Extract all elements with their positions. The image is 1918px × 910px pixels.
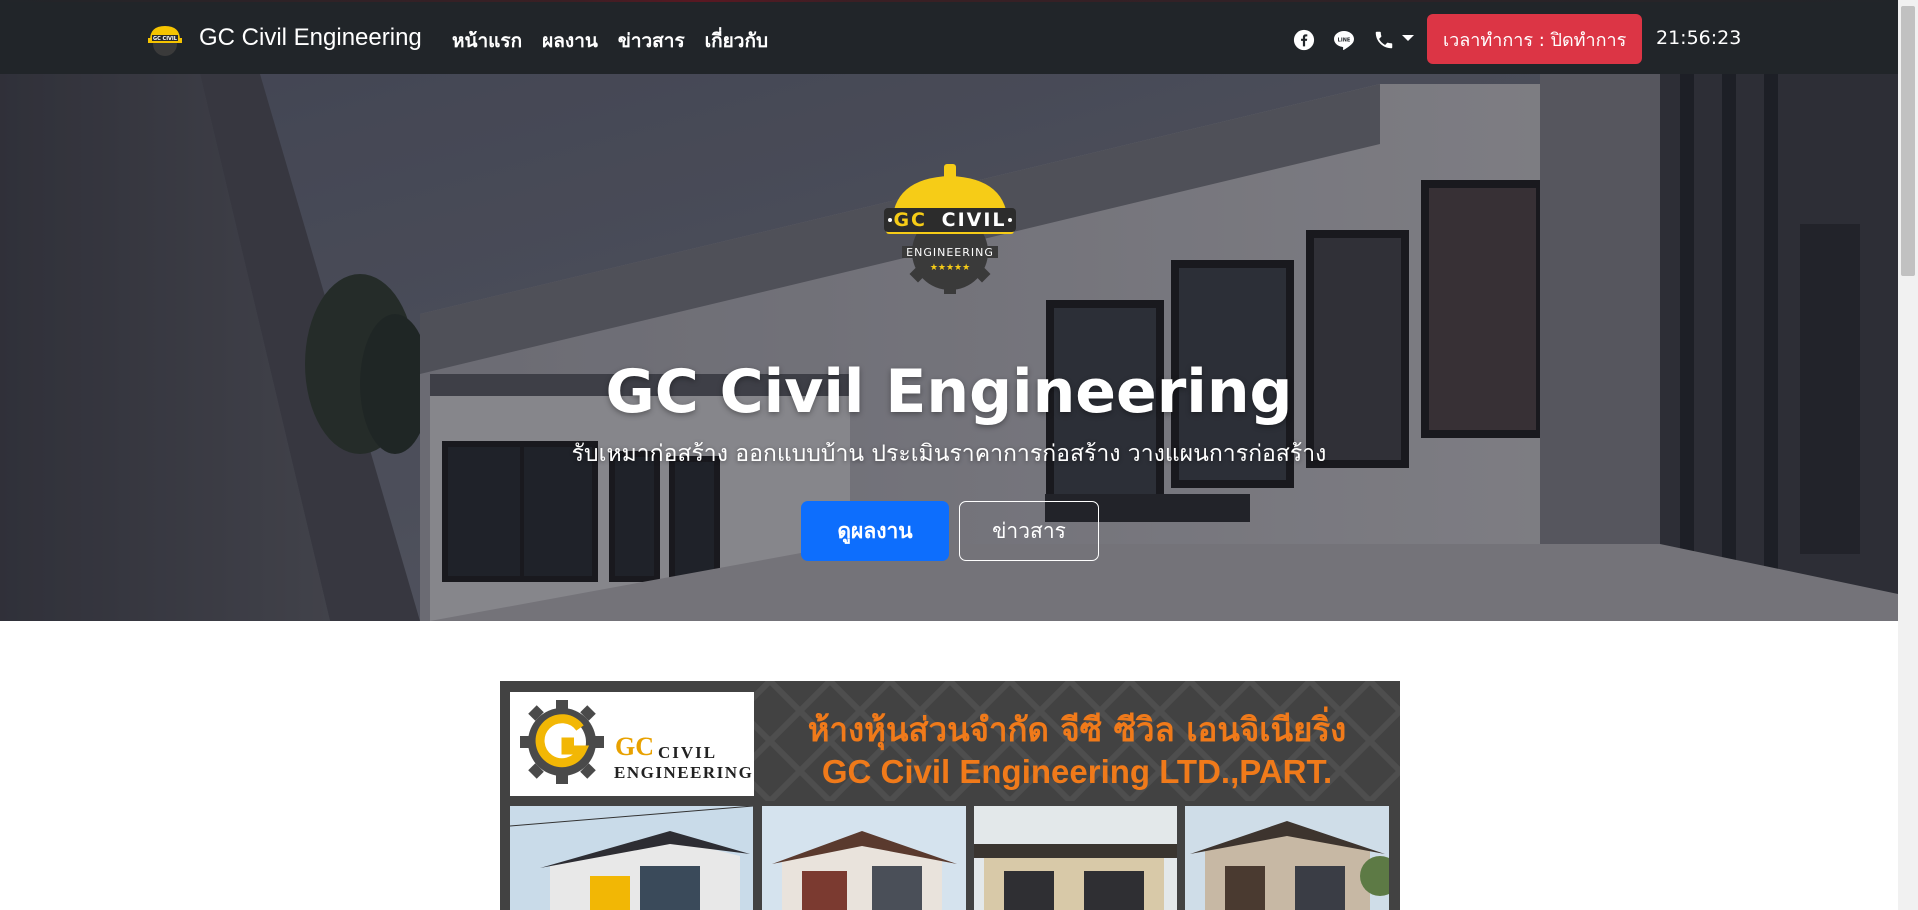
banner-house-photo-1	[510, 806, 753, 910]
svg-text:LINE: LINE	[1338, 38, 1351, 44]
hero-subtitle: รับเหมาก่อสร้าง ออกแบบบ้าน ประเมินราคากา…	[571, 441, 1327, 467]
company-banner-image: GC CIVIL ENGINEERING ห้างหุ้นส่วนจำกัด จ…	[500, 681, 1400, 910]
nav-link-home[interactable]: หน้าแรก	[452, 26, 522, 56]
banner-logo-engineering: ENGINEERING	[614, 763, 754, 782]
page-scrollbar[interactable]	[1898, 0, 1918, 910]
phone-dropdown-chevron-down-icon[interactable]	[1402, 35, 1414, 41]
nav-link-portfolio[interactable]: ผลงาน	[542, 26, 598, 56]
nav-link-news[interactable]: ข่าวสาร	[618, 26, 685, 56]
nav-links: หน้าแรก ผลงาน ข่าวสาร เกี่ยวกับ	[452, 26, 768, 56]
brand-link[interactable]: GC CIVIL GC Civil Engineering	[145, 18, 422, 58]
line-icon[interactable]: LINE	[1331, 27, 1357, 53]
banner-house-photo-2	[762, 806, 966, 910]
hero-logo-gc-text: GC	[893, 209, 927, 231]
brand-name: GC Civil Engineering	[199, 24, 422, 51]
hero-logo-icon: GC CIVIL ENGINEERING ★★★★★	[884, 164, 1016, 294]
hero-title: GC Civil Engineering	[605, 357, 1293, 427]
navbar: GC CIVIL GC Civil Engineering หน้าแรก ผล…	[0, 0, 1898, 74]
banner-logo-civil: CIVIL	[658, 743, 718, 762]
navbar-accent-line	[0, 0, 1898, 2]
svg-text:GC CIVIL: GC CIVIL	[153, 36, 178, 42]
news-button[interactable]: ข่าวสาร	[959, 501, 1099, 561]
view-portfolio-button[interactable]: ดูผลงาน	[801, 501, 949, 561]
page: GC CIVIL GC Civil Engineering หน้าแรก ผล…	[0, 0, 1918, 910]
clock: 21:56:23	[1656, 27, 1742, 49]
hero-logo-stars: ★★★★★	[930, 263, 970, 273]
banner-logo-gc: GC	[615, 732, 654, 761]
phone-icon[interactable]	[1371, 27, 1397, 53]
hero-section: GC CIVIL ENGINEERING ★★★★★ GC Civil Engi…	[0, 74, 1898, 621]
banner-logo-box: GC CIVIL ENGINEERING	[510, 692, 754, 796]
banner-gear-logo-icon	[520, 700, 604, 784]
facebook-icon[interactable]	[1291, 27, 1317, 53]
nav-link-about[interactable]: เกี่ยวกับ	[705, 26, 768, 56]
hero-overlay	[0, 74, 1898, 621]
svg-text:GC CIVIL: GC CIVIL	[893, 209, 1006, 231]
banner-company-name-english: GC Civil Engineering LTD.,PART.	[821, 753, 1333, 790]
banner-company-name-thai: ห้างหุ้นส่วนจำกัด จีซี ซีวิล เอนจิเนียริ…	[807, 710, 1347, 749]
hero-logo-civil-text: CIVIL	[942, 209, 1007, 231]
brand-logo-icon: GC CIVIL	[148, 26, 182, 56]
scrollbar-thumb[interactable]	[1901, 6, 1915, 276]
hero-logo-engineering-text: ENGINEERING	[906, 246, 994, 259]
banner-house-photo-3	[974, 806, 1177, 910]
banner-house-photo-4	[1185, 806, 1389, 910]
business-hours-button[interactable]: เวลาทำการ : ปิดทำการ	[1427, 14, 1643, 64]
